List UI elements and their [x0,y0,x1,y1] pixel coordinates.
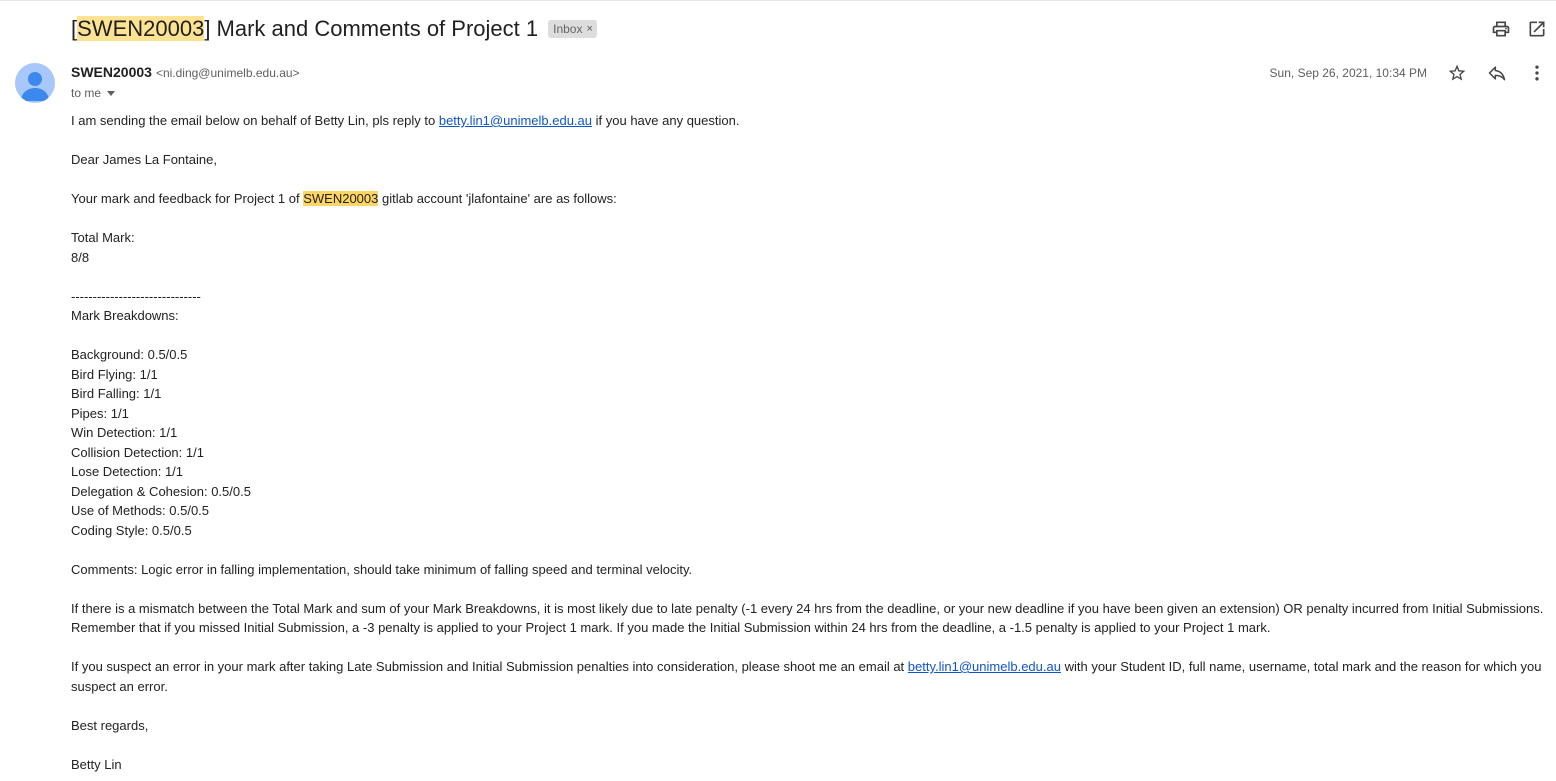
feedback-text-end: gitlab account 'jlafontaine' are as foll… [382,191,617,206]
list-item: Background: 0.5/0.5 [71,347,188,362]
reply-icon[interactable] [1485,61,1509,85]
list-item: Pipes: 1/1 [71,405,129,421]
mismatch-text-line1: If there is a mismatch between the Total… [71,600,1544,616]
breakdown-list: Background: 0.5/0.5 Bird Flying: 1/1 Bir… [71,345,1551,540]
list-item: Coding Style: 0.5/0.5 [71,522,192,538]
subject-rest: ] Mark and Comments of Project 1 [204,16,539,41]
course-tag-highlight: SWEN20003 [303,191,379,206]
suspect-paragraph: If you suspect an error in your mark aft… [71,657,1551,696]
suspect-text: If you suspect an error in your mark aft… [71,659,905,674]
recipients-text: to me [71,86,102,100]
breakdown-title: Mark Breakdowns: [71,308,179,323]
greeting: Dear James La Fontaine, [71,152,217,167]
inbox-label-text: Inbox [553,22,583,36]
remove-label-icon[interactable]: × [586,23,592,35]
signature: Betty Lin [71,756,122,772]
more-vert-icon[interactable] [1525,61,1549,85]
star-icon[interactable] [1445,61,1469,85]
divider-line: ------------------------------ [71,288,201,304]
mismatch-text-line2: Remember that if you missed Initial Subm… [71,620,1271,635]
total-mark-value: 8/8 [71,249,90,265]
mismatch-paragraph: If there is a mismatch between the Total… [71,599,1551,638]
email-view: [SWEN20003] Mark and Comments of Project… [0,0,1556,781]
top-divider [0,0,1556,1]
reply-email-link[interactable]: betty.lin1@unimelb.edu.au [439,113,592,128]
recipients-row: to me [71,85,116,101]
total-mark-label: Total Mark: [71,230,135,245]
list-item: Bird Falling: 1/1 [71,386,162,401]
feedback-intro: Your mark and feedback for Project 1 of … [71,189,1551,209]
show-details-chevron-down-icon[interactable] [107,90,116,96]
breakdown-header: ------------------------------ Mark Break… [71,287,1551,326]
subject-tag-highlight: SWEN20003 [77,16,205,41]
email-subject: [SWEN20003] Mark and Comments of Project… [71,15,538,43]
list-item: Use of Methods: 0.5/0.5 [71,503,210,518]
sender-avatar[interactable] [15,63,55,103]
email-date: Sun, Sep 26, 2021, 10:34 PM [1269,66,1427,80]
intro-text-end: if you have any question. [595,113,740,128]
total-mark-block: Total Mark: 8/8 [71,228,1551,267]
list-item: Lose Detection: 1/1 [71,464,184,479]
intro-paragraph: I am sending the email below on behalf o… [71,111,1551,131]
inbox-label-badge[interactable]: Inbox × [548,20,597,38]
list-item: Win Detection: 1/1 [71,425,178,440]
sender-row: SWEN20003 <ni.ding@unimelb.edu.au> [71,64,300,82]
contact-email-link[interactable]: betty.lin1@unimelb.edu.au [908,659,1061,674]
open-in-new-window-icon[interactable] [1525,17,1549,41]
intro-text: I am sending the email below on behalf o… [71,113,436,128]
list-item: Delegation & Cohesion: 0.5/0.5 [71,483,251,499]
comments-paragraph: Comments: Logic error in falling impleme… [71,561,693,577]
email-body: I am sending the email below on behalf o… [71,111,1551,774]
list-item: Collision Detection: 1/1 [71,444,204,460]
sender-email: <ni.ding@unimelb.edu.au> [155,66,300,80]
subject-row: [SWEN20003] Mark and Comments of Project… [71,14,597,44]
sender-name[interactable]: SWEN20003 [71,64,152,80]
list-item: Bird Flying: 1/1 [71,366,158,382]
closing: Best regards, [71,717,149,733]
feedback-text: Your mark and feedback for Project 1 of [71,191,300,206]
print-icon[interactable] [1489,17,1513,41]
